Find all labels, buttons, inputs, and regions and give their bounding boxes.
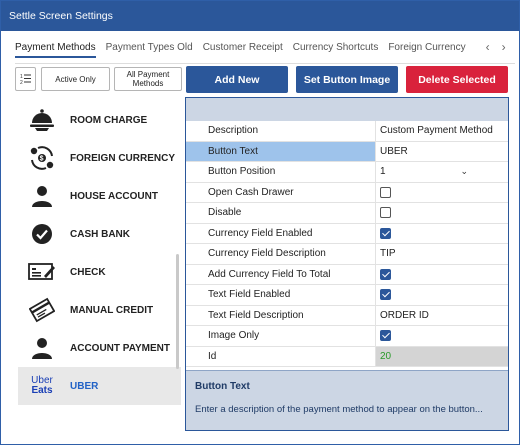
property-description-title: Button Text: [195, 381, 250, 392]
room-service-bell-icon: [24, 107, 60, 133]
sidebar-item-uber[interactable]: Uber Eats UBER: [18, 367, 181, 405]
uber-eats-logo-icon: Uber Eats: [24, 376, 60, 396]
tab-payment-methods[interactable]: Payment Methods: [15, 42, 96, 58]
add-new-label: Add New: [214, 73, 260, 86]
sidebar-item-account-payment[interactable]: ACCOUNT PAYMENT: [18, 329, 181, 367]
sidebar-item-manual-credit[interactable]: MANUAL CREDIT: [18, 291, 181, 329]
person-icon: [24, 336, 60, 360]
property-grid-header: [186, 98, 508, 121]
property-label: Add Currency Field To Total: [208, 268, 331, 280]
property-row-currency-field-enabled[interactable]: Currency Field Enabled: [186, 223, 508, 244]
all-payment-methods-button[interactable]: All Payment Methods: [114, 67, 182, 91]
property-row-button-text[interactable]: Button Text UBER: [186, 141, 508, 162]
currency-field-enabled-checkbox[interactable]: [380, 227, 391, 239]
currency-exchange-icon: $: [24, 145, 60, 171]
open-cash-drawer-checkbox[interactable]: [380, 186, 391, 198]
button-position-dropdown[interactable]: 1 ⌄: [375, 162, 508, 182]
property-label: Id: [208, 350, 217, 362]
id-value: 20: [375, 346, 508, 366]
property-label: Currency Field Description: [208, 248, 326, 260]
svg-text:2: 2: [20, 80, 23, 85]
property-row-open-cash-drawer[interactable]: Open Cash Drawer: [186, 182, 508, 203]
tab-strip: Payment Methods Payment Types Old Custom…: [15, 41, 515, 62]
property-grid-panel: Description Custom Payment Method Button…: [185, 97, 509, 431]
delete-selected-button[interactable]: Delete Selected: [406, 66, 508, 93]
active-only-label: Active Only: [55, 74, 96, 84]
property-description-text: Enter a description of the payment metho…: [195, 404, 483, 415]
sidebar-item-label: ACCOUNT PAYMENT: [70, 342, 171, 354]
tab-payment-types-old[interactable]: Payment Types Old: [106, 42, 193, 53]
tab-scroll-left-icon[interactable]: ‹: [486, 41, 490, 53]
property-label: Text Field Enabled: [208, 289, 291, 301]
sidebar-item-check[interactable]: CHECK: [18, 253, 181, 291]
title-bar: Settle Screen Settings: [1, 1, 519, 31]
text-field-enabled-checkbox[interactable]: [380, 289, 391, 301]
check-circle-icon: [24, 222, 60, 246]
sort-list-button[interactable]: 1 2: [15, 67, 36, 91]
sidebar-item-house-account[interactable]: HOUSE ACCOUNT: [18, 177, 181, 215]
button-text-field[interactable]: UBER: [375, 141, 508, 161]
sidebar-item-label: MANUAL CREDIT: [70, 304, 154, 316]
sidebar-item-cash-bank[interactable]: CASH BANK: [18, 215, 181, 253]
property-row-text-field-description[interactable]: Text Field Description ORDER ID: [186, 305, 508, 326]
property-row-id: Id 20: [186, 346, 508, 367]
description-field[interactable]: Custom Payment Method: [375, 121, 508, 141]
property-row-add-currency-field-to-total[interactable]: Add Currency Field To Total: [186, 264, 508, 285]
all-payment-methods-label-line1: All Payment: [126, 70, 170, 79]
property-row-text-field-enabled[interactable]: Text Field Enabled: [186, 285, 508, 306]
disable-checkbox[interactable]: [380, 207, 391, 219]
sidebar-item-label: HOUSE ACCOUNT: [70, 190, 158, 202]
sidebar-item-label: CASH BANK: [70, 228, 130, 240]
credit-card-slip-icon: [24, 297, 60, 323]
window-title: Settle Screen Settings: [9, 10, 113, 22]
sidebar-item-room-charge[interactable]: ROOM CHARGE: [18, 101, 181, 139]
check-document-icon: [24, 261, 60, 283]
sidebar-item-foreign-currency[interactable]: $ FOREIGN CURRENCY: [18, 139, 181, 177]
text-field-description-field[interactable]: ORDER ID: [375, 305, 508, 325]
property-label: Currency Field Enabled: [208, 227, 313, 239]
set-button-image-label: Set Button Image: [303, 73, 391, 86]
property-label: Disable: [208, 207, 242, 219]
active-only-button[interactable]: Active Only: [41, 67, 110, 91]
property-row-description[interactable]: Description Custom Payment Method: [186, 121, 508, 142]
settle-screen-settings-window: Settle Screen Settings Payment Methods P…: [0, 0, 520, 445]
uber-eats-logo-line2: Eats: [31, 385, 53, 396]
sort-list-icon: 1 2: [20, 74, 31, 85]
property-grid: Description Custom Payment Method Button…: [186, 121, 508, 367]
sidebar-item-label: FOREIGN CURRENCY: [70, 152, 176, 164]
sidebar-scrollbar[interactable]: [176, 254, 179, 369]
property-label: Open Cash Drawer: [208, 186, 294, 198]
property-label: Button Position: [208, 166, 276, 178]
tab-divider: [15, 63, 515, 64]
person-icon: [24, 184, 60, 208]
add-new-button[interactable]: Add New: [186, 66, 288, 93]
sidebar-item-label: UBER: [70, 380, 99, 392]
sidebar-item-label: CHECK: [70, 266, 106, 278]
currency-field-description-field[interactable]: TIP: [375, 244, 508, 264]
tab-scroll-right-icon[interactable]: ›: [502, 41, 506, 53]
chevron-down-icon[interactable]: ⌄: [460, 166, 468, 177]
property-row-button-position[interactable]: Button Position 1 ⌄: [186, 162, 508, 183]
property-row-currency-field-description[interactable]: Currency Field Description TIP: [186, 244, 508, 265]
tab-currency-shortcuts[interactable]: Currency Shortcuts: [293, 42, 379, 53]
all-payment-methods-label-line2: Methods: [132, 79, 164, 88]
tab-customer-receipt[interactable]: Customer Receipt: [203, 42, 283, 53]
image-only-checkbox[interactable]: [380, 330, 391, 342]
add-currency-field-to-total-checkbox[interactable]: [380, 268, 391, 280]
set-button-image-button[interactable]: Set Button Image: [296, 66, 398, 93]
svg-text:$: $: [40, 156, 44, 163]
property-label: Button Text: [186, 141, 375, 161]
tab-foreign-currency[interactable]: Foreign Currency: [388, 42, 465, 53]
property-label: Text Field Description: [208, 309, 304, 321]
property-label: Description: [208, 125, 259, 137]
button-position-value: 1: [380, 166, 386, 178]
payment-method-list: ROOM CHARGE $ FOREIGN CURRENCY HOUSE ACC…: [18, 99, 181, 409]
sidebar-item-label: ROOM CHARGE: [70, 114, 148, 126]
property-row-disable[interactable]: Disable: [186, 203, 508, 224]
property-row-image-only[interactable]: Image Only: [186, 326, 508, 347]
property-label: Image Only: [208, 330, 260, 342]
delete-selected-label: Delete Selected: [418, 73, 496, 86]
property-description-box: Button Text Enter a description of the p…: [186, 370, 508, 430]
